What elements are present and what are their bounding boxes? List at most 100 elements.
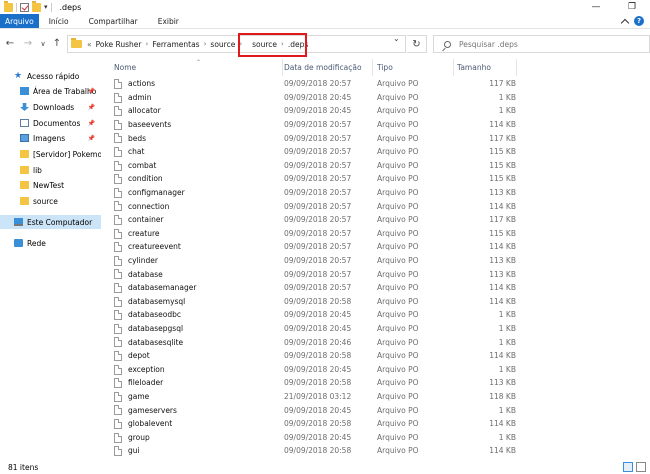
sort-caret-icon: ⌃ [196,59,202,66]
table-row[interactable]: allocator 09/09/2018 20:45 Arquivo PO 1 KB [101,104,650,118]
collapse-ribbon-icon[interactable] [620,18,630,27]
sidebar-item-newtest[interactable]: NewTest [0,178,101,192]
tab-exibir[interactable]: Exibir [148,14,189,28]
file-icon [114,419,122,429]
sidebar-item-quick-access[interactable]: ★ Acesso rápido [0,69,101,83]
column-headers: ⌃ Nome Data de modificação Tipo Tamanho [101,59,650,76]
table-row[interactable]: database 09/09/2018 20:57 Arquivo PO 113 KB [101,267,650,281]
breadcrumb-separator-icon[interactable]: › [202,40,209,48]
table-row[interactable]: configmanager 09/09/2018 20:57 Arquivo PO 1… [101,186,650,200]
maximize-button[interactable]: ❐ [614,0,650,14]
tab-arquivo[interactable]: Arquivo [0,14,39,28]
table-row[interactable]: gui 09/09/2018 20:58 Arquivo PO 114 KB [101,444,650,458]
table-row[interactable]: chat 09/09/2018 20:57 Arquivo PO 115 KB [101,145,650,159]
file-name: databaseodbc [128,310,182,320]
file-size: 114 KB [489,446,516,456]
table-row[interactable]: beds 09/09/2018 20:57 Arquivo PO 117 KB [101,131,650,145]
column-header-label: Nome [114,63,137,72]
sidebar-item-images[interactable]: Imagens 📌 [0,131,101,145]
file-size: 114 KB [489,283,516,293]
table-row[interactable]: databasesqlite 09/09/2018 20:46 Arquivo PO… [101,335,650,349]
file-size: 114 KB [489,120,516,130]
sidebar-item-this-pc[interactable]: Este Computador [0,215,101,229]
new-folder-icon[interactable] [32,0,41,12]
breadcrumb-overflow[interactable]: « [85,40,94,49]
documents-icon [20,119,29,127]
sidebar-item-desktop[interactable]: Área de Trabalho 📌 [0,84,101,98]
recent-locations-icon[interactable]: ∨ [37,37,49,51]
file-name: configmanager [128,188,185,198]
table-row[interactable]: depot 09/09/2018 20:58 Arquivo PO 114 KB [101,349,650,363]
file-date: 09/09/2018 20:45 [284,432,352,442]
view-switcher [623,462,646,472]
file-date: 09/09/2018 20:57 [284,160,352,170]
sidebar-item-downloads[interactable]: Downloads 📌 [0,100,101,114]
customize-toolbar-arrow-icon[interactable]: ▾ [44,3,48,11]
table-row[interactable]: databaseodbc 09/09/2018 20:45 Arquivo PO 1 … [101,308,650,322]
table-row[interactable]: fileloader 09/09/2018 20:58 Arquivo PO 113 … [101,376,650,390]
back-arrow-icon[interactable]: ← [4,37,16,51]
table-row[interactable]: actions 09/09/2018 20:57 Arquivo PO 117 KB [101,77,650,91]
tab-inicio[interactable]: Início [39,14,79,28]
file-size: 117 KB [489,133,516,143]
table-row[interactable]: connection 09/09/2018 20:57 Arquivo PO 114 … [101,199,650,213]
table-row[interactable]: globalevent 09/09/2018 20:58 Arquivo PO 114… [101,417,650,431]
table-row[interactable]: databasemysql 09/09/2018 20:58 Arquivo PO 1… [101,295,650,309]
column-header-type[interactable]: Tipo [373,59,454,76]
table-row[interactable]: group 09/09/2018 20:45 Arquivo PO 1 KB [101,431,650,445]
table-row[interactable]: baseevents 09/09/2018 20:57 Arquivo PO 114 … [101,118,650,132]
table-row[interactable]: cylinder 09/09/2018 20:57 Arquivo PO 113 KB [101,254,650,268]
sidebar-item-network[interactable]: Rede [0,236,101,250]
file-date: 09/09/2018 20:58 [284,351,352,361]
tab-compartilhar[interactable]: Compartilhar [79,14,148,28]
sidebar-item-documents[interactable]: Documentos 📌 [0,116,101,130]
table-row[interactable]: creature 09/09/2018 20:57 Arquivo PO 115 KB [101,227,650,241]
file-name: creatureevent [128,242,181,252]
file-list: actions 09/09/2018 20:57 Arquivo PO 117 KB a… [101,77,650,462]
file-size: 114 KB [489,201,516,211]
table-row[interactable]: exception 09/09/2018 20:45 Arquivo PO 1 KB [101,363,650,377]
table-row[interactable]: condition 09/09/2018 20:57 Arquivo PO 115 K… [101,172,650,186]
large-icons-view-icon[interactable] [636,462,646,472]
sidebar-item-servidor-pokemon[interactable]: [Servidor] Pokemon [0,147,101,161]
minimize-button[interactable]: — [578,0,614,14]
table-row[interactable]: admin 09/09/2018 20:45 Arquivo PO 1 KB [101,91,650,105]
table-row[interactable]: databasemanager 09/09/2018 20:57 Arquivo P… [101,281,650,295]
file-name: group [128,432,150,442]
table-row[interactable]: container 09/09/2018 20:57 Arquivo PO 117 K… [101,213,650,227]
file-size: 117 KB [489,215,516,225]
table-row[interactable]: combat 09/09/2018 20:57 Arquivo PO 115 KB [101,159,650,173]
refresh-button[interactable]: ↻ [407,35,427,53]
address-bar[interactable]: « Poke Rusher › Ferramentas › source › s… [67,35,406,53]
sidebar-item-label: Acesso rápido [27,71,80,81]
file-date: 09/09/2018 20:45 [284,310,352,320]
file-name: depot [128,351,150,361]
forward-arrow-icon[interactable]: → [22,37,34,51]
file-type: Arquivo PO [377,378,419,388]
file-type: Arquivo PO [377,242,419,252]
breadcrumb-source[interactable]: source [208,40,237,49]
column-header-date[interactable]: Data de modificação [280,59,373,76]
downloads-icon [20,103,29,111]
breadcrumb-ferramentas[interactable]: Ferramentas [150,40,201,49]
address-dropdown-icon[interactable]: ⌄ [393,34,400,43]
help-icon[interactable]: ? [634,16,644,26]
file-icon [114,269,122,280]
breadcrumb-separator-icon[interactable]: › [144,40,151,48]
search-input[interactable]: Pesquisar .deps [433,35,650,53]
file-date: 09/09/2018 20:45 [284,324,352,334]
file-icon [114,160,122,171]
table-row[interactable]: databasepgsql 09/09/2018 20:45 Arquivo PO 1… [101,322,650,336]
table-row[interactable]: creatureevent 09/09/2018 20:57 Arquivo PO 1… [101,240,650,254]
column-header-size[interactable]: Tamanho [453,59,517,76]
column-header-name[interactable]: ⌃ Nome [110,59,283,76]
sidebar-item-lib[interactable]: lib [0,163,101,177]
file-date: 09/09/2018 20:57 [284,201,352,211]
table-row[interactable]: game 21/09/2018 03:12 Arquivo PO 118 KB [101,390,650,404]
breadcrumb-poke-rusher[interactable]: Poke Rusher [94,40,144,49]
table-row[interactable]: gameservers 09/09/2018 20:45 Arquivo PO 1 K… [101,403,650,417]
details-view-icon[interactable] [623,462,633,472]
properties-icon[interactable] [20,2,29,12]
sidebar-item-source[interactable]: source [0,194,101,208]
up-arrow-icon[interactable]: ↑ [51,37,63,51]
